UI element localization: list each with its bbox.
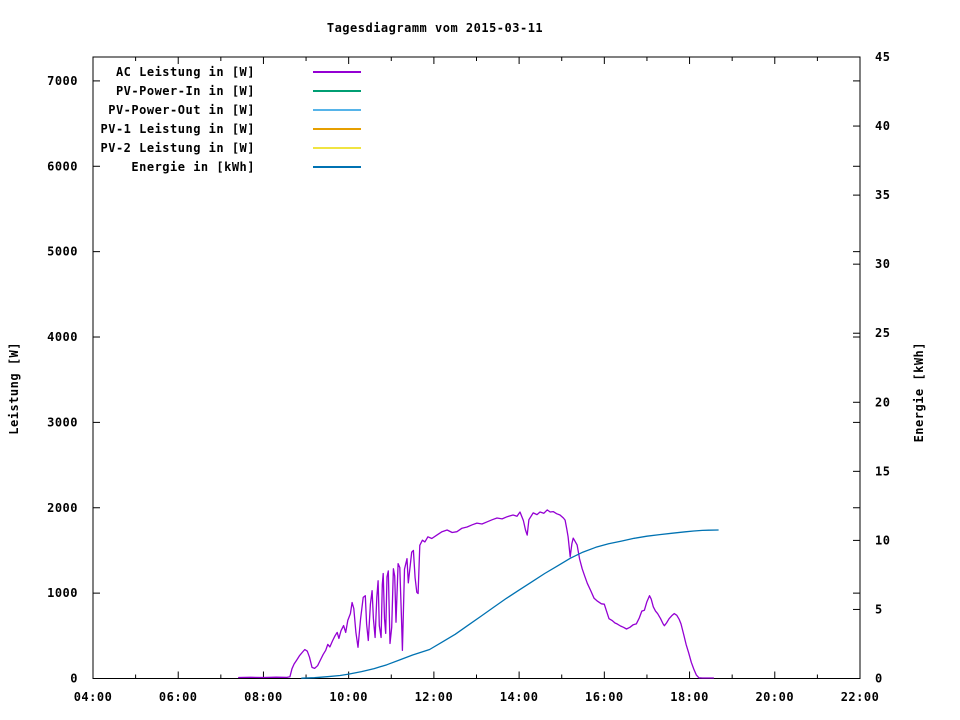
x-tick-label: 10:00 xyxy=(329,690,368,704)
y2-tick-label: 0 xyxy=(875,672,883,686)
y2-tick-label: 15 xyxy=(875,464,890,478)
y1-tick-label: 7000 xyxy=(47,74,78,88)
legend-label-pv2-leistung: PV-2 Leistung in [W] xyxy=(101,141,256,155)
x-tick-label: 14:00 xyxy=(500,690,539,704)
y2-tick-label: 30 xyxy=(875,257,890,271)
x-tick-label: 04:00 xyxy=(74,690,113,704)
y2-tick-label: 10 xyxy=(875,533,890,547)
legend-label-ac-leistung: AC Leistung in [W] xyxy=(116,65,255,79)
chart-plot: 04:00 06:00 08:00 10:00 12:00 14:00 16:00 18:00… xyxy=(47,50,890,704)
y2-tick-label: 20 xyxy=(875,395,890,409)
energie-line xyxy=(301,529,719,679)
y2-tick-label: 5 xyxy=(875,602,883,616)
y2-tick-label: 40 xyxy=(875,119,890,133)
legend-label-energie: Energie in [kWh] xyxy=(131,160,255,174)
x-tick-label: 18:00 xyxy=(670,690,709,704)
y2-tick-label: 35 xyxy=(875,188,890,202)
x-tick-label: 08:00 xyxy=(244,690,283,704)
chart-canvas: Tagesdiagramm vom 2015-03-11 Leistung [W… xyxy=(0,0,960,720)
x-tick-label: 16:00 xyxy=(585,690,624,704)
y2-tick-label: 45 xyxy=(875,50,890,64)
x-tick-label: 22:00 xyxy=(841,690,880,704)
y2-tick-label: 25 xyxy=(875,326,890,340)
x-tick-label: 20:00 xyxy=(755,690,794,704)
legend-label-pv-power-out: PV-Power-Out in [W] xyxy=(108,103,255,117)
ac-leistung-line xyxy=(238,509,715,679)
legend-label-pv-power-in: PV-Power-In in [W] xyxy=(116,84,255,98)
x-tick-label: 06:00 xyxy=(159,690,198,704)
y1-tick-label: 0 xyxy=(70,672,78,686)
y1-tick-label: 2000 xyxy=(47,501,78,515)
y1-tick-label: 3000 xyxy=(47,415,78,429)
y1-tick-label: 6000 xyxy=(47,159,78,173)
y1-tick-label: 4000 xyxy=(47,330,78,344)
legend-label-pv1-leistung: PV-1 Leistung in [W] xyxy=(101,122,256,136)
y1-tick-label: 1000 xyxy=(47,586,78,600)
x-tick-label: 12:00 xyxy=(415,690,454,704)
y1-tick-label: 5000 xyxy=(47,245,78,259)
